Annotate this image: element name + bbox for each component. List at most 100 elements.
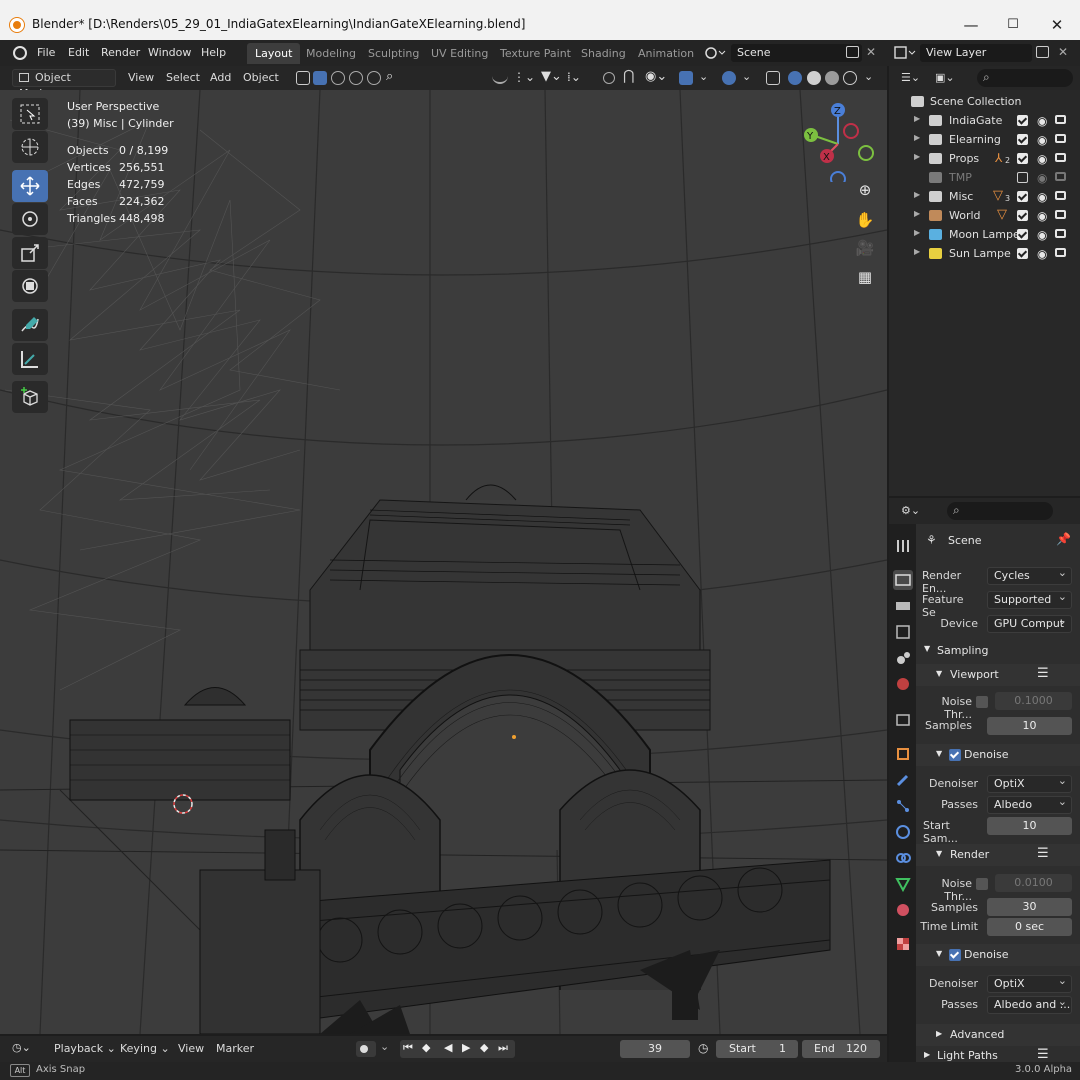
outliner-row-moon-lampe[interactable]: ▶ Moon Lampe ◉ bbox=[889, 225, 1080, 244]
tab-texture-paint[interactable]: Texture Paint bbox=[492, 43, 579, 64]
render-samples-field[interactable]: 30 bbox=[987, 898, 1072, 916]
gizmo-neg-x-icon[interactable] bbox=[843, 123, 859, 139]
outliner-row-indiagate[interactable]: ▶ IndiaGate ◉ bbox=[889, 111, 1080, 130]
outliner-search-input[interactable]: ⌕ bbox=[977, 69, 1073, 87]
menu-edit[interactable]: Edit bbox=[68, 46, 89, 59]
camera-view-icon[interactable]: 🎥 bbox=[853, 236, 877, 260]
select-menu[interactable]: Select bbox=[166, 69, 200, 87]
camera-icon[interactable] bbox=[1055, 172, 1066, 181]
display-mode-icon[interactable]: ▣⌄ bbox=[935, 71, 955, 84]
maximize-button[interactable]: ☐ bbox=[998, 14, 1028, 36]
data-tab-icon[interactable] bbox=[893, 874, 913, 894]
camera-icon[interactable] bbox=[1055, 210, 1066, 219]
tab-layout[interactable]: Layout bbox=[247, 43, 301, 64]
expand-arrow-icon[interactable]: ▶ bbox=[914, 133, 920, 142]
render-tab-icon[interactable] bbox=[893, 570, 913, 590]
render-denoise-header[interactable]: ▼ Denoise bbox=[916, 944, 1080, 966]
physics-tab-icon[interactable] bbox=[893, 822, 913, 842]
world-tab-icon[interactable] bbox=[893, 674, 913, 694]
shading-solid-icon[interactable] bbox=[807, 71, 821, 85]
exclude-checkbox[interactable] bbox=[1017, 210, 1028, 221]
minimize-button[interactable]: — bbox=[956, 14, 986, 36]
filter-icon[interactable]: ▼⌄ bbox=[541, 69, 562, 84]
blender-menu-icon[interactable] bbox=[13, 46, 27, 60]
tool-transform[interactable] bbox=[12, 270, 48, 302]
outliner-row-props[interactable]: ▶ Props ⅄ 2 ◉ bbox=[889, 149, 1080, 168]
menu-window[interactable]: Window bbox=[148, 46, 191, 59]
add-menu[interactable]: Add bbox=[210, 69, 231, 87]
expand-arrow-icon[interactable]: ▶ bbox=[914, 190, 920, 199]
record-button[interactable] bbox=[356, 1041, 376, 1057]
remove-scene-icon[interactable]: ✕ bbox=[866, 45, 876, 59]
tool-settings-tab-icon[interactable] bbox=[893, 536, 913, 556]
select-set-icon[interactable] bbox=[313, 71, 327, 85]
marker-menu[interactable]: Marker bbox=[216, 1042, 254, 1055]
viewport-denoise-header[interactable]: ▼ Denoise bbox=[916, 744, 1080, 766]
expand-arrow-icon[interactable]: ▶ bbox=[914, 228, 920, 237]
shading-rendered-icon[interactable] bbox=[843, 71, 857, 85]
exclude-checkbox[interactable] bbox=[1017, 172, 1028, 183]
timeline-editor-icon[interactable]: ◷⌄ bbox=[12, 1041, 31, 1054]
list-menu-icon[interactable]: ☰ bbox=[1037, 666, 1049, 681]
view-layer-field[interactable]: View Layer bbox=[920, 44, 1032, 62]
light-paths-panel-header[interactable]: ▶ Light Paths ☰ bbox=[916, 1046, 1080, 1062]
tab-uv-editing[interactable]: UV Editing bbox=[423, 43, 496, 64]
viewport-passes-dropdown[interactable]: Albedo bbox=[987, 794, 1072, 814]
eye-icon[interactable]: ◉ bbox=[1037, 247, 1047, 261]
properties-search-input[interactable]: ⌕ bbox=[947, 502, 1053, 520]
tab-animation[interactable]: Animation bbox=[630, 43, 702, 64]
3d-viewport[interactable]: User Perspective (39) Misc | Cylinder Ob… bbox=[0, 90, 887, 1034]
select-intersect-icon[interactable] bbox=[367, 71, 381, 85]
select-subtract-icon[interactable] bbox=[349, 71, 363, 85]
eye-icon[interactable]: ◉ bbox=[1037, 209, 1047, 223]
gizmo-neg-y-icon[interactable] bbox=[858, 145, 874, 161]
shading-wireframe-icon[interactable] bbox=[788, 71, 802, 85]
tab-shading[interactable]: Shading bbox=[573, 43, 634, 64]
gizmo-dropdown-icon[interactable]: ⌄ bbox=[699, 70, 708, 83]
tool-add-cube[interactable] bbox=[12, 381, 48, 413]
expand-arrow-icon[interactable]: ▶ bbox=[914, 209, 920, 218]
scene-tab-icon[interactable] bbox=[893, 648, 913, 668]
camera-icon[interactable] bbox=[1055, 191, 1066, 200]
camera-icon[interactable] bbox=[1055, 134, 1066, 143]
gizmo-neg-z-icon[interactable] bbox=[830, 171, 846, 182]
gizmo-toggle-icon[interactable] bbox=[679, 71, 693, 85]
view-layer-icon[interactable] bbox=[894, 46, 918, 60]
play-icon[interactable]: ▶ bbox=[462, 1041, 470, 1054]
advanced-subpanel-header[interactable]: ▶ Advanced bbox=[916, 1024, 1080, 1046]
tab-modeling[interactable]: Modeling bbox=[298, 43, 364, 64]
search-icon[interactable]: ⌕ bbox=[386, 69, 393, 84]
list-menu-icon[interactable]: ☰ bbox=[1037, 846, 1049, 861]
menu-render[interactable]: Render bbox=[101, 46, 140, 59]
outliner-row-misc[interactable]: ▶ Misc ▽ 3 ◉ bbox=[889, 187, 1080, 206]
scene-name-field[interactable]: Scene bbox=[731, 44, 862, 62]
eye-icon[interactable]: ◉ bbox=[1037, 114, 1047, 128]
exclude-checkbox[interactable] bbox=[1017, 229, 1028, 240]
shading-material-icon[interactable] bbox=[825, 71, 839, 85]
new-view-layer-icon[interactable] bbox=[1036, 46, 1049, 58]
exclude-checkbox[interactable] bbox=[1017, 134, 1028, 145]
jump-end-icon[interactable]: ⏭ bbox=[498, 1041, 508, 1055]
xray-toggle-icon[interactable] bbox=[766, 71, 780, 85]
object-mode-dropdown[interactable]: Object Mode⌄ bbox=[12, 69, 116, 100]
playback-menu[interactable]: Playback ⌄ bbox=[54, 1042, 116, 1055]
preview-range-icon[interactable]: ◷ bbox=[698, 1041, 708, 1055]
object-menu[interactable]: Object bbox=[243, 69, 279, 87]
eye-icon[interactable]: ◉ bbox=[1037, 228, 1047, 242]
scene-selector-icon[interactable] bbox=[704, 45, 726, 61]
expand-arrow-icon[interactable]: ▶ bbox=[914, 152, 920, 161]
visibility-icon[interactable]: ◉⌄ bbox=[645, 69, 667, 84]
expand-arrow-icon[interactable]: ▶ bbox=[914, 114, 920, 123]
outliner-row-sun-lampe[interactable]: ▶ Sun Lampe ◉ bbox=[889, 244, 1080, 263]
menu-help[interactable]: Help bbox=[201, 46, 226, 59]
viewport-start-field[interactable]: 10 bbox=[987, 817, 1072, 835]
pivot-point-icon[interactable]: ⋮⌄ bbox=[513, 70, 535, 84]
new-scene-icon[interactable] bbox=[846, 46, 859, 58]
camera-icon[interactable] bbox=[1055, 153, 1066, 162]
shading-dropdown-icon[interactable]: ⌄ bbox=[864, 70, 873, 83]
viewport-denoiser-dropdown[interactable]: OptiX bbox=[987, 773, 1072, 793]
tool-annotate[interactable] bbox=[12, 309, 48, 341]
select-extend-icon[interactable] bbox=[331, 71, 345, 85]
texture-tab-icon[interactable] bbox=[893, 934, 913, 954]
outliner-row-elearning[interactable]: ▶ Elearning ◉ bbox=[889, 130, 1080, 149]
